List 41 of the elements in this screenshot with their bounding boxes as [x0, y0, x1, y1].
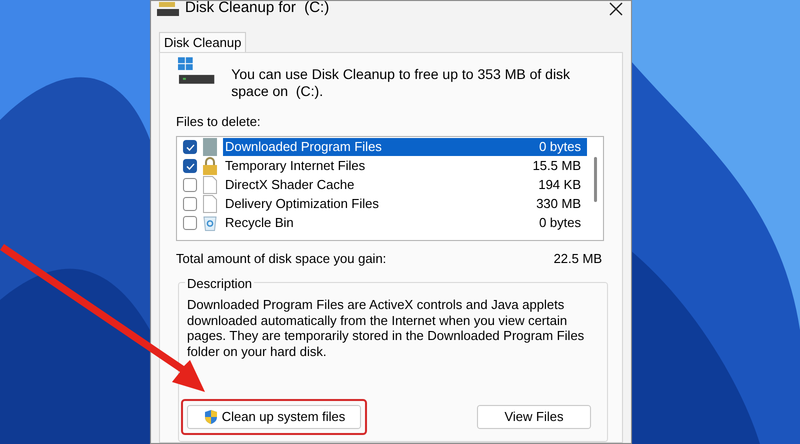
- checkmark-icon: [186, 162, 194, 170]
- view-files-button[interactable]: View Files: [477, 405, 591, 429]
- file-row[interactable]: DirectX Shader Cache 194 KB: [223, 176, 587, 194]
- file-row[interactable]: Recycle Bin 0 bytes: [223, 214, 587, 232]
- file-name: Recycle Bin: [225, 214, 294, 232]
- tab[interactable]: Disk Cleanup: [159, 32, 246, 52]
- lock-icon: [202, 157, 218, 175]
- shield-icon: [202, 409, 219, 425]
- file-row[interactable]: Temporary Internet Files 15.5 MB: [223, 157, 587, 175]
- file-name: DirectX Shader Cache: [225, 176, 354, 194]
- file-name: Delivery Optimization Files: [225, 195, 379, 214]
- file-row[interactable]: Delivery Optimization Files 330 MB: [223, 195, 587, 213]
- intro-text: You can use Disk Cleanup to free up to 353 MB of disk space on (C:).: [231, 66, 572, 100]
- checkmark-icon: [186, 144, 194, 150]
- file-icon: [203, 138, 217, 156]
- files-label: Files to delete:: [176, 113, 262, 131]
- file-size: 0 bytes: [539, 138, 581, 156]
- total-label: Total amount of disk space you gain:: [176, 250, 386, 268]
- checkbox[interactable]: [183, 159, 197, 173]
- description-text: Downloaded Program Files are ActiveX controls and Java applets downloaded automatically from the Internet when you view certain pages. They are temporarily stored in the Downloaded Program Files folder on your hard disk.: [187, 297, 586, 359]
- drive-icon: [178, 57, 216, 85]
- total-value: 22.5 MB: [554, 250, 602, 268]
- file-size: 330 MB: [536, 195, 581, 214]
- checkbox[interactable]: [183, 140, 197, 154]
- scrollbar-thumb[interactable]: [594, 156, 596, 202]
- checkbox[interactable]: [183, 216, 197, 230]
- window-title: Disk Cleanup for (C:): [185, 0, 330, 18]
- file-size: 194 KB: [538, 176, 581, 194]
- file-size: 0 bytes: [539, 214, 581, 232]
- close-icon[interactable]: [609, 2, 623, 16]
- clean-up-system-files-button[interactable]: Clean up system files: [187, 405, 361, 429]
- file-row[interactable]: Downloaded Program Files 0 bytes: [223, 138, 587, 156]
- file-size: 15.5 MB: [532, 157, 581, 176]
- document-icon: [203, 176, 217, 194]
- document-icon: [203, 195, 217, 213]
- checkbox[interactable]: [183, 197, 197, 211]
- file-name: Downloaded Program Files: [225, 138, 382, 156]
- checkbox[interactable]: [183, 178, 197, 192]
- drive-icon: [157, 2, 179, 16]
- file-name: Temporary Internet Files: [225, 157, 366, 176]
- recycle-bin-icon: [203, 215, 217, 231]
